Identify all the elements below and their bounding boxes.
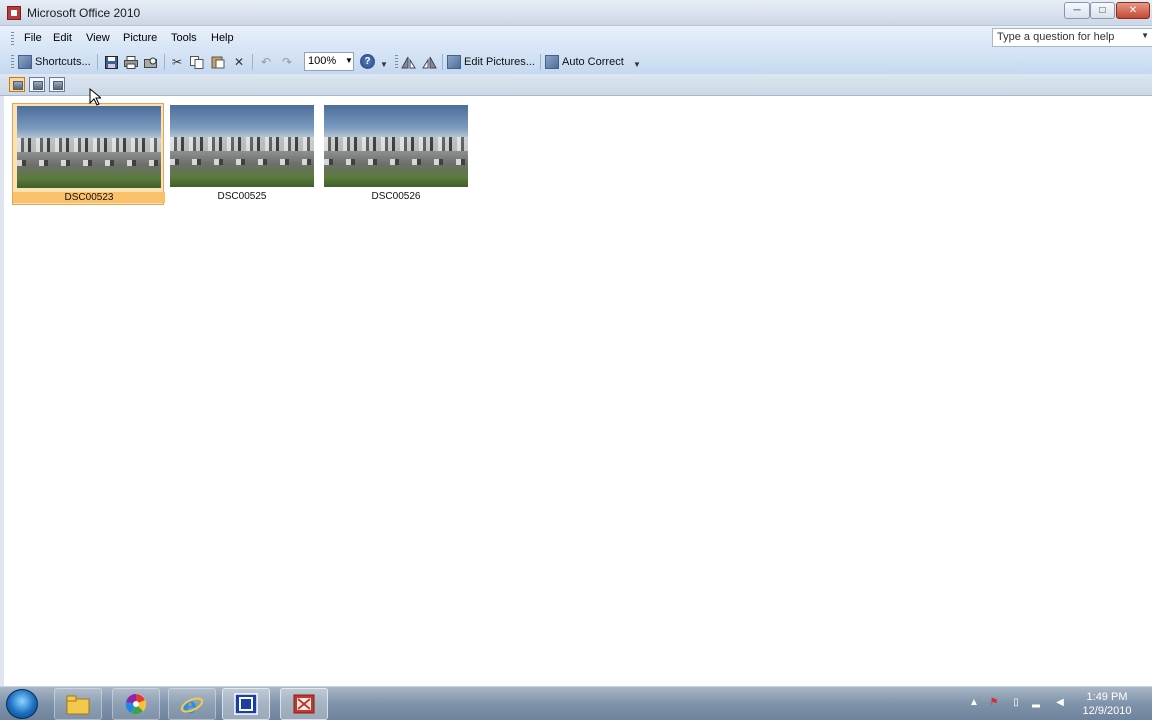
- thumbnail-image[interactable]: [324, 105, 468, 187]
- mouse-cursor-icon: [89, 88, 101, 106]
- zoom-value: 100%: [308, 55, 337, 67]
- minimize-button[interactable]: ─: [1064, 2, 1090, 19]
- help-dropdown-icon[interactable]: ▼: [1141, 31, 1149, 40]
- menubar-grip[interactable]: [11, 32, 14, 45]
- menu-bar: File Edit View Picture Tools Help: [0, 26, 1152, 50]
- thumbnail-item[interactable]: DSC00523: [12, 103, 165, 205]
- taskbar: e ▲ ⚑ ▯ ▂ ◀ 1:49 PM 12/9/2010: [0, 686, 1152, 720]
- single-picture-view-button[interactable]: [49, 77, 65, 92]
- volume-icon[interactable]: ◀: [1054, 697, 1066, 709]
- action-center-icon[interactable]: ⚑: [988, 697, 1000, 709]
- taskbar-picture-manager[interactable]: [222, 688, 270, 720]
- folder-icon: [66, 695, 90, 715]
- taskbar-office-app[interactable]: [280, 688, 328, 720]
- edit-pictures-icon: [447, 55, 461, 69]
- clock[interactable]: 1:49 PM 12/9/2010: [1076, 690, 1138, 718]
- print-icon[interactable]: [123, 54, 139, 70]
- filmstrip-view-button[interactable]: [29, 77, 45, 92]
- toolbar-separator: [442, 54, 443, 70]
- print-preview-icon[interactable]: [143, 54, 159, 70]
- thumbnail-item[interactable]: DSC00525: [166, 103, 318, 205]
- menu-file[interactable]: File: [24, 32, 42, 44]
- office-app-icon: [293, 694, 315, 714]
- cut-icon[interactable]: ✂: [169, 54, 185, 70]
- toolbar-grip[interactable]: [11, 55, 14, 69]
- window-title: Microsoft Office 2010: [27, 6, 141, 20]
- delete-icon[interactable]: ✕: [231, 54, 247, 70]
- shortcuts-button[interactable]: Shortcuts...: [18, 54, 91, 70]
- toolbar-options-chevron-icon[interactable]: ▼: [380, 60, 388, 69]
- picture-manager-icon: [234, 693, 258, 715]
- menu-view[interactable]: View: [86, 32, 110, 44]
- auto-correct-icon: [545, 55, 559, 69]
- thumbnail-caption: DSC00525: [217, 191, 267, 202]
- menu-picture[interactable]: Picture: [123, 32, 157, 44]
- auto-correct-label: Auto Correct: [562, 56, 624, 68]
- picasa-icon: [125, 693, 146, 715]
- save-icon[interactable]: [103, 54, 119, 70]
- clock-time: 1:49 PM: [1086, 691, 1128, 703]
- help-icon[interactable]: ?: [360, 54, 375, 69]
- taskbar-picasa[interactable]: [112, 688, 160, 720]
- rotate-left-icon[interactable]: [400, 54, 416, 70]
- help-search-input[interactable]: Type a question for help ▼: [992, 28, 1152, 47]
- edit-pictures-button[interactable]: Edit Pictures...: [447, 54, 535, 70]
- shortcuts-label: Shortcuts...: [35, 56, 91, 68]
- thumbnail-image[interactable]: [170, 105, 314, 187]
- battery-icon[interactable]: ▯: [1010, 697, 1022, 709]
- thumbnail-caption: DSC00526: [371, 191, 421, 202]
- maximize-button[interactable]: □: [1090, 2, 1115, 19]
- thumbnail-view-button[interactable]: [9, 77, 25, 92]
- thumbnail-image[interactable]: [17, 106, 161, 188]
- menu-help[interactable]: Help: [211, 32, 234, 44]
- start-button[interactable]: [6, 689, 38, 719]
- toolbar-grip[interactable]: [395, 55, 398, 69]
- rotate-right-icon[interactable]: [421, 54, 437, 70]
- view-toolbar: [0, 74, 1152, 96]
- help-search-placeholder: Type a question for help: [997, 31, 1115, 43]
- zoom-dropdown-icon[interactable]: ▼: [345, 56, 353, 65]
- internet-explorer-icon: e: [180, 693, 204, 715]
- toolbar-separator: [540, 54, 541, 70]
- title-bar: Microsoft Office 2010 ─ □ ✕: [0, 0, 1152, 26]
- edit-pictures-label: Edit Pictures...: [464, 56, 535, 68]
- shortcuts-icon: [18, 55, 32, 69]
- toolbar2-options-chevron-icon[interactable]: ▼: [633, 60, 641, 69]
- show-hidden-icons-icon[interactable]: ▲: [968, 697, 980, 709]
- toolbar-separator: [252, 54, 253, 70]
- taskbar-internet-explorer[interactable]: e: [168, 688, 216, 720]
- thumbnail-item[interactable]: DSC00526: [320, 103, 472, 205]
- app-icon[interactable]: [7, 6, 21, 20]
- close-button[interactable]: ✕: [1116, 2, 1150, 19]
- redo-icon[interactable]: ↷: [279, 54, 295, 70]
- paste-icon[interactable]: [210, 54, 226, 70]
- menu-edit[interactable]: Edit: [53, 32, 72, 44]
- auto-correct-button[interactable]: Auto Correct: [545, 54, 624, 70]
- thumbnail-caption: DSC00523: [13, 192, 165, 203]
- thumbnail-pane[interactable]: DSC00523 DSC00525 DSC00526: [0, 96, 1152, 686]
- taskbar-explorer[interactable]: [54, 688, 102, 720]
- copy-icon[interactable]: [189, 54, 205, 70]
- network-icon[interactable]: ▂: [1030, 697, 1042, 709]
- toolbar-separator: [97, 54, 98, 70]
- clock-date: 12/9/2010: [1082, 705, 1132, 717]
- menu-tools[interactable]: Tools: [171, 32, 197, 44]
- undo-icon[interactable]: ↶: [258, 54, 274, 70]
- toolbar-separator: [164, 54, 165, 70]
